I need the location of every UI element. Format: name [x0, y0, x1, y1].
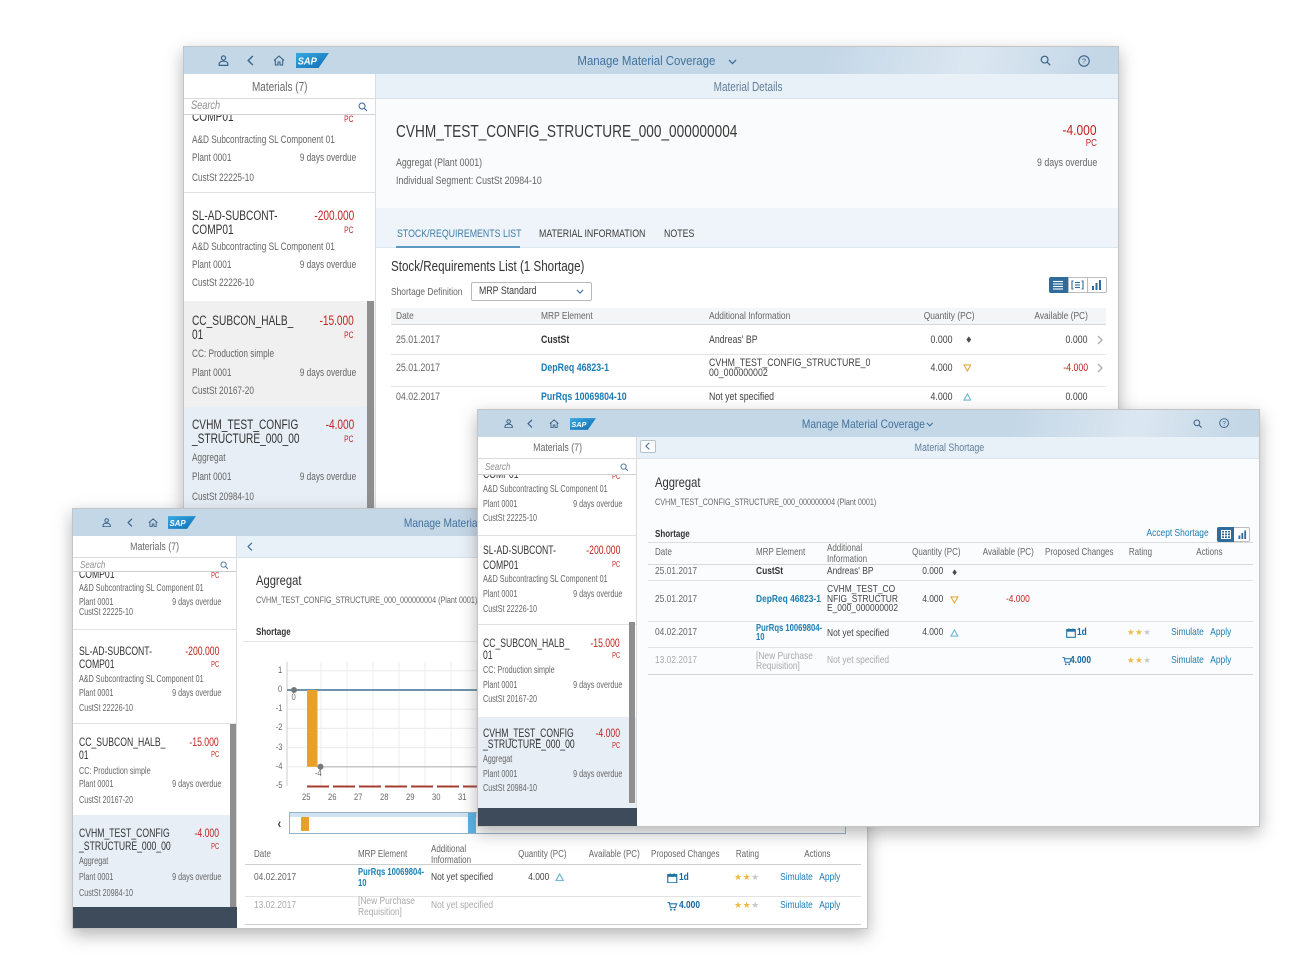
svg-text:SAP: SAP [571, 419, 587, 428]
svg-text:?: ? [1222, 421, 1226, 428]
svg-text:SAP: SAP [298, 56, 318, 67]
svg-text:?: ? [1082, 56, 1086, 65]
